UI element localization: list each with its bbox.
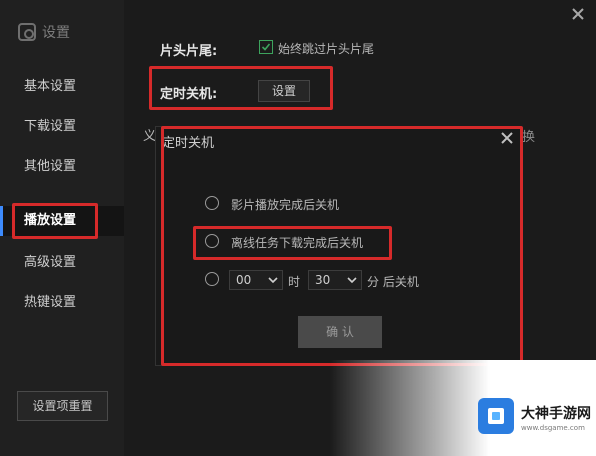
skip-intro-label: 片头片尾: <box>160 44 218 59</box>
highlight-box-dialog <box>161 126 523 366</box>
sidebar-item-hotkey[interactable]: 热键设置 <box>0 288 124 318</box>
reset-settings-button[interactable]: 设置项重置 <box>17 391 108 421</box>
skip-intro-checkbox[interactable] <box>259 40 273 54</box>
sidebar-item-basic[interactable]: 基本设置 <box>0 72 124 102</box>
sidebar-item-download[interactable]: 下载设置 <box>0 112 124 142</box>
sidebar-item-other[interactable]: 其他设置 <box>0 152 124 182</box>
watermark-logo-icon <box>478 398 514 434</box>
sidebar-title: 设置 <box>18 22 70 42</box>
highlight-box-nav <box>12 203 98 239</box>
checkmark-icon <box>261 43 271 51</box>
window-title: 设置 <box>42 25 70 41</box>
settings-icon <box>18 23 36 41</box>
close-icon <box>572 8 584 20</box>
window-close-button[interactable] <box>568 6 588 26</box>
partial-text-right: 换 <box>522 130 536 145</box>
skip-intro-checkbox-label: 始终跳过片头片尾 <box>278 42 375 56</box>
highlight-box-timer <box>149 66 333 110</box>
watermark-url: www.dsgame.com <box>521 424 585 432</box>
sidebar-item-advanced[interactable]: 高级设置 <box>0 248 124 278</box>
watermark-name: 大神手游网 <box>521 406 591 422</box>
